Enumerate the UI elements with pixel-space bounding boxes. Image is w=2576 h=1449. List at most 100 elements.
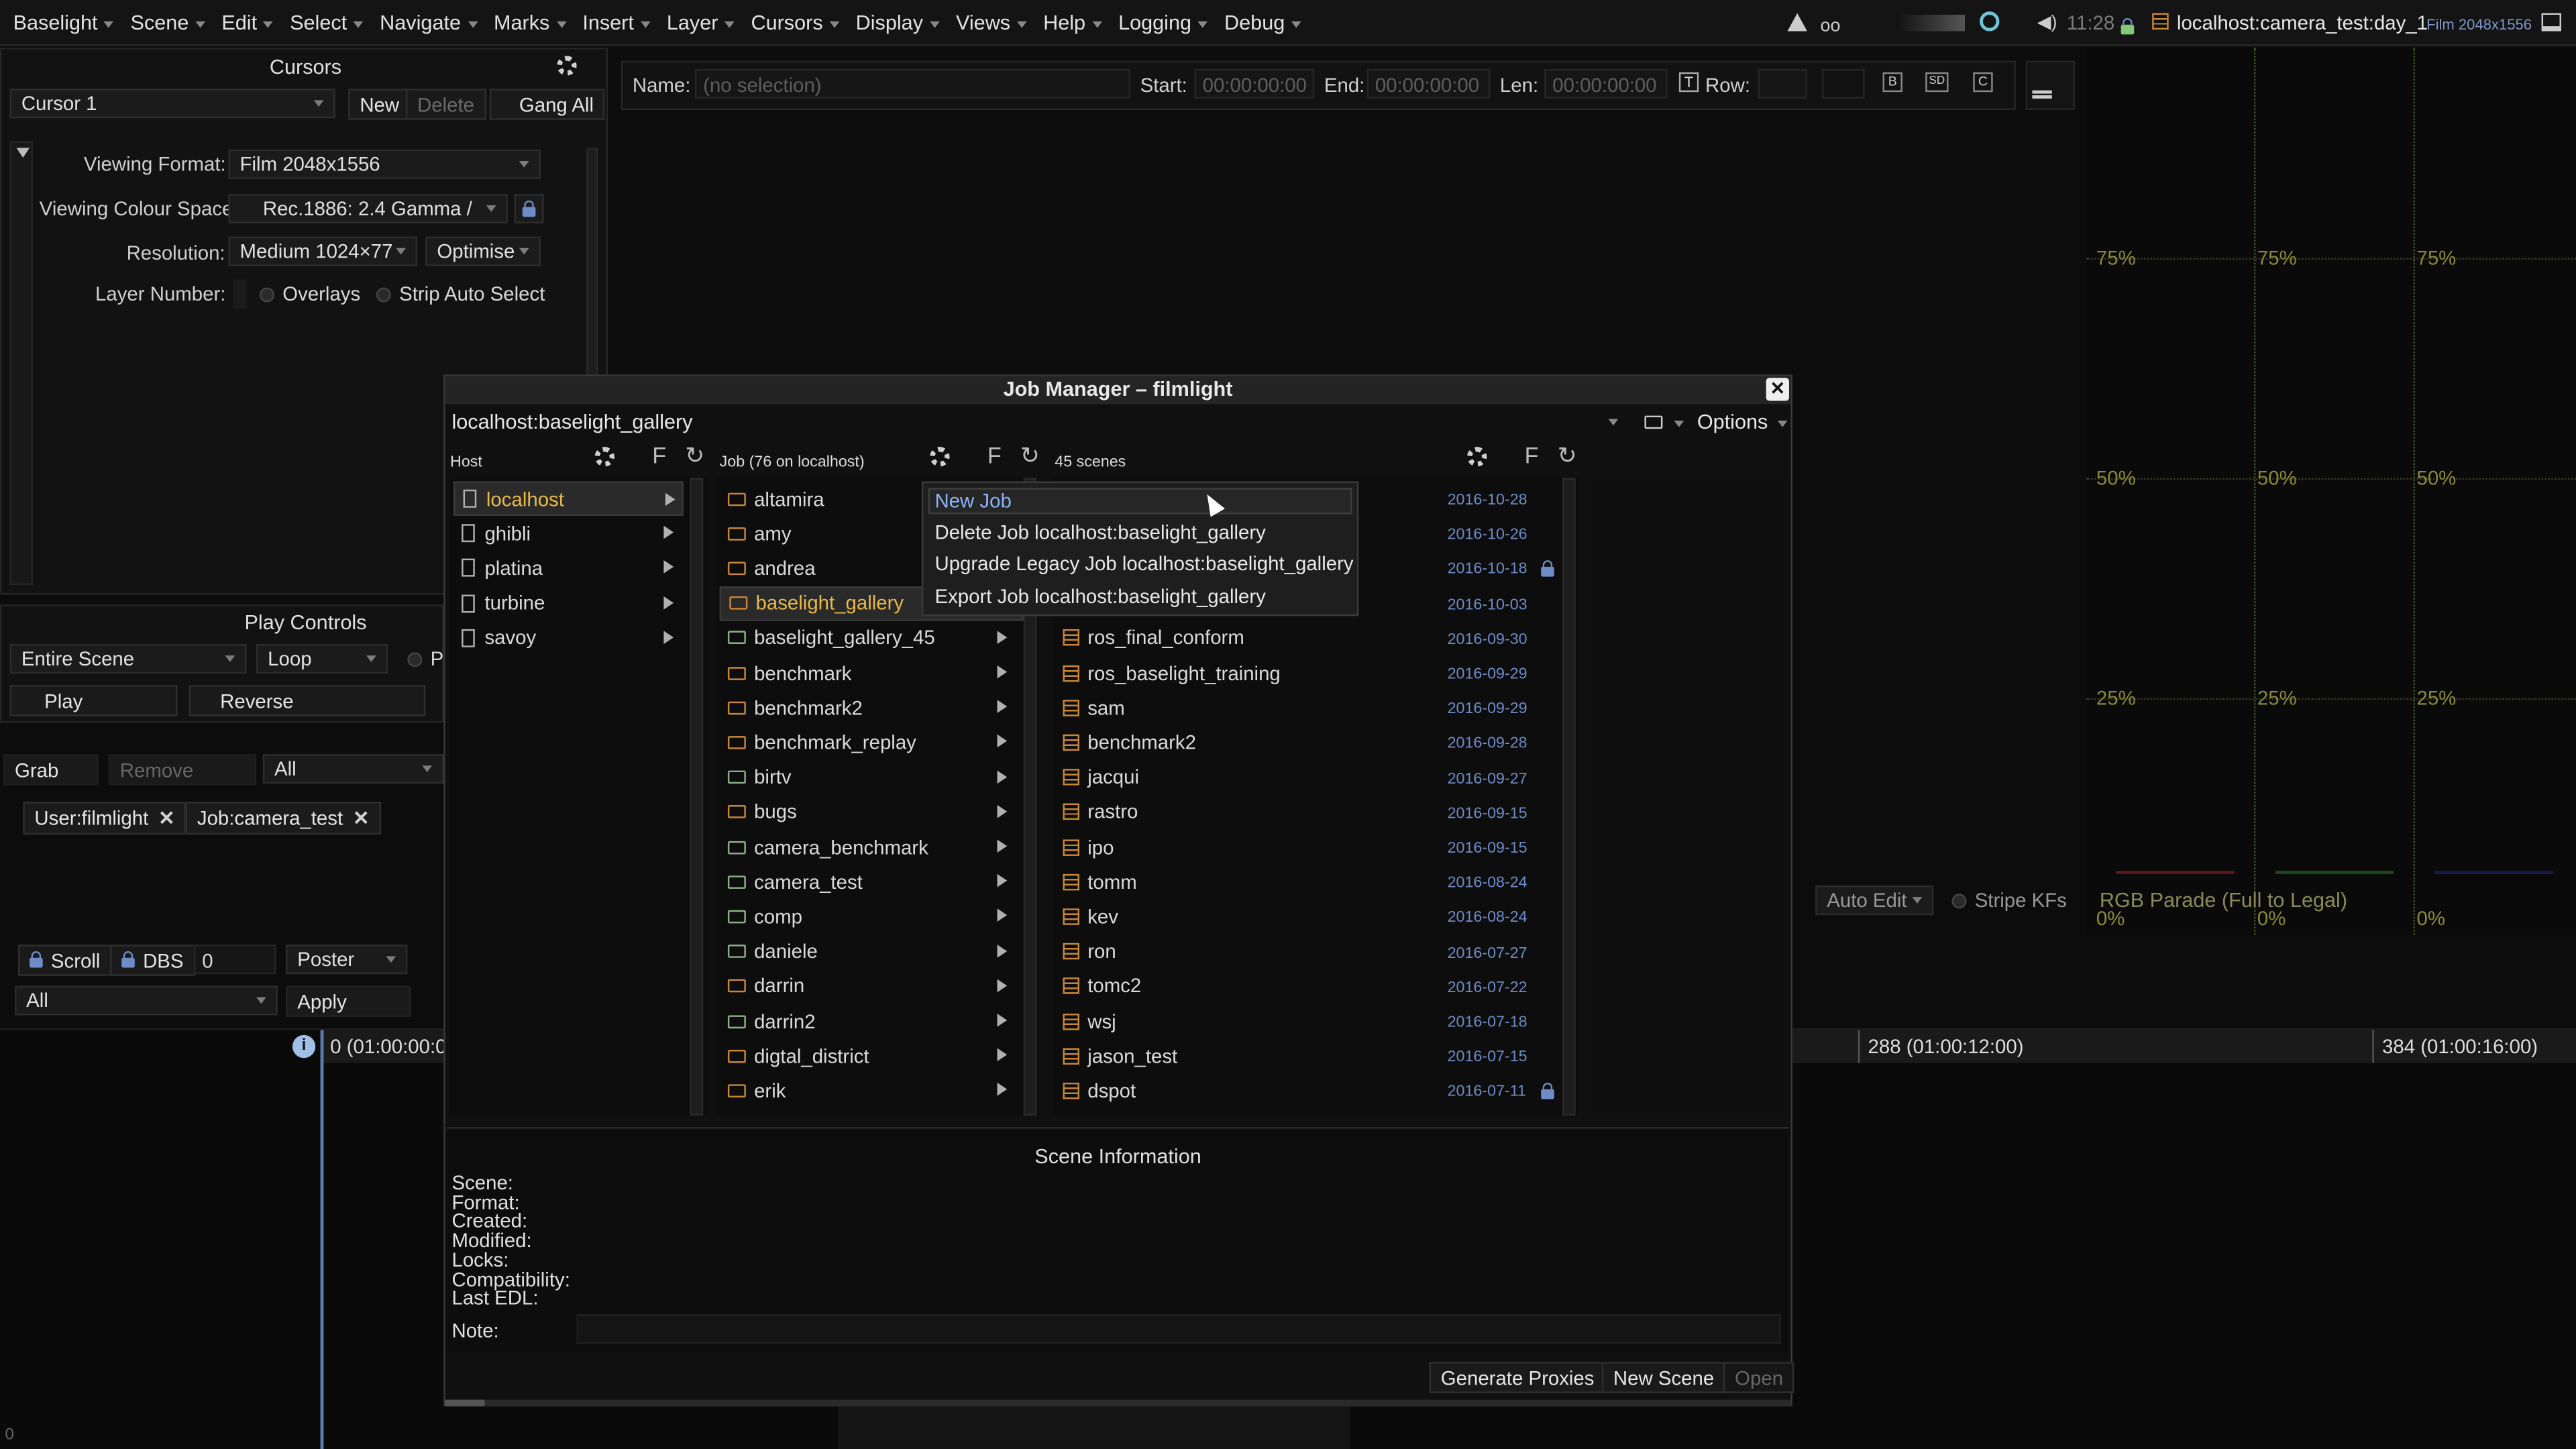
menu-edit[interactable]: Edit <box>209 11 273 34</box>
fullscreen-icon[interactable] <box>2541 13 2561 32</box>
chevron-right-icon[interactable] <box>997 874 1008 888</box>
remove-button[interactable]: Remove <box>108 754 257 786</box>
chevron-right-icon[interactable] <box>997 665 1008 679</box>
menu-logging[interactable]: Logging <box>1105 11 1208 34</box>
new-scene-button[interactable]: New Scene <box>1601 1362 1726 1393</box>
scene-item[interactable]: ron <box>1060 934 1454 968</box>
job-item[interactable]: darrin <box>720 969 1024 1003</box>
scene-item[interactable]: dspot <box>1060 1073 1454 1108</box>
new-job-menu-item[interactable]: New Job <box>928 488 1352 515</box>
strip-auto-select-toggle[interactable]: Strip Auto Select <box>376 282 545 306</box>
menu-select[interactable]: Select <box>277 11 364 34</box>
colour-space-select[interactable]: Rec.1886: 2.4 Gamma / <box>228 193 508 224</box>
job-item[interactable]: benchmark2 <box>720 690 1024 724</box>
job-item[interactable]: camera_benchmark <box>720 830 1024 864</box>
chevron-right-icon[interactable] <box>997 735 1008 749</box>
delete-cursor-button[interactable]: Delete <box>405 89 486 120</box>
cursor-select[interactable]: Cursor 1 <box>9 89 335 119</box>
collapse-strip[interactable] <box>9 141 33 585</box>
layer-number-field[interactable] <box>233 279 247 309</box>
chevron-right-icon[interactable] <box>663 595 674 609</box>
menu-navigate[interactable]: Navigate <box>367 11 478 34</box>
c-icon[interactable]: C <box>1973 72 1993 93</box>
viewing-format-select[interactable]: Film 2048x1556 <box>228 149 541 179</box>
refresh-icon[interactable]: ↻ <box>1020 442 1040 470</box>
refresh-icon[interactable]: ↻ <box>685 442 704 470</box>
menu-cursors[interactable]: Cursors <box>738 11 839 34</box>
scene-item[interactable]: kev <box>1060 900 1454 934</box>
list-menu-icon[interactable] <box>2025 60 2076 111</box>
grab-button[interactable]: Grab <box>3 754 99 786</box>
job-item[interactable]: comp <box>720 900 1024 934</box>
chevron-right-icon[interactable] <box>997 769 1008 784</box>
colour-lock-button[interactable] <box>514 193 544 224</box>
name-field[interactable]: (no selection) <box>694 68 1130 99</box>
swatch-field[interactable] <box>1821 68 1865 99</box>
chevron-right-icon[interactable] <box>997 944 1008 957</box>
len-field[interactable]: 00:00:00:00 <box>1544 68 1668 99</box>
overlays-toggle[interactable]: Overlays <box>259 282 360 306</box>
dbs-value[interactable]: 0 <box>193 945 276 975</box>
folder-icon[interactable] <box>1638 406 1687 439</box>
job-item[interactable]: benchmark <box>720 655 1024 690</box>
gear-icon[interactable] <box>594 447 614 467</box>
apply-button[interactable]: Apply <box>286 985 411 1017</box>
scene-item[interactable]: benchmark2 <box>1060 725 1454 759</box>
filter-icon[interactable]: F <box>1525 442 1539 468</box>
dbs-toggle[interactable]: DBS <box>110 945 195 976</box>
scene-item[interactable]: ros_final_conform <box>1060 621 1454 655</box>
host-item[interactable]: savoy <box>453 621 684 655</box>
host-scrollbar[interactable] <box>690 478 704 1116</box>
job-item[interactable]: baselight_gallery_45 <box>720 621 1024 655</box>
start-field[interactable]: 00:00:00:00 <box>1194 68 1315 99</box>
info-icon[interactable]: i <box>292 1034 316 1059</box>
host-item[interactable]: platina <box>453 551 684 585</box>
scene-item[interactable]: rastro <box>1060 795 1454 829</box>
chevron-right-icon[interactable] <box>997 700 1008 714</box>
note-field[interactable] <box>576 1314 1781 1344</box>
host-item[interactable]: turbine <box>453 586 684 620</box>
gang-all-toggle[interactable]: Gang All <box>489 89 606 120</box>
volume-slider[interactable] <box>1896 15 1966 32</box>
scene-item[interactable]: tomm <box>1060 865 1454 899</box>
gear-icon[interactable] <box>557 56 577 76</box>
menu-help[interactable]: Help <box>1030 11 1102 34</box>
open-button[interactable]: Open <box>1723 1362 1795 1393</box>
close-icon[interactable]: ✕ <box>158 806 175 829</box>
options-menu[interactable]: Options <box>1697 411 1768 433</box>
menu-scene[interactable]: Scene <box>117 11 207 34</box>
grab-filter-select[interactable]: All <box>262 754 444 784</box>
host-item[interactable]: ghibli <box>453 516 684 550</box>
chevron-right-icon[interactable] <box>663 630 674 644</box>
speaker-icon[interactable]: ◀) <box>2037 11 2057 33</box>
close-icon[interactable]: ✕ <box>1766 378 1789 401</box>
chevron-right-icon[interactable] <box>997 839 1008 853</box>
scope-select[interactable]: All <box>15 985 278 1016</box>
row-toggle-icon[interactable]: T <box>1678 72 1699 93</box>
job-item[interactable]: digtal_district <box>720 1038 1024 1073</box>
job-tag[interactable]: Job:camera_test ✕ <box>185 802 381 835</box>
glasses-icon[interactable]: oo <box>1820 16 1840 36</box>
b-icon[interactable]: B <box>1882 72 1902 93</box>
scene-item[interactable]: ros_baselight_training <box>1060 655 1454 690</box>
gear-icon[interactable] <box>1466 447 1487 467</box>
menu-views[interactable]: Views <box>943 11 1027 34</box>
scene-item[interactable]: jacqui <box>1060 760 1454 794</box>
upgrade-legacy-job-menu-item[interactable]: Upgrade Legacy Job localhost:baselight_g… <box>934 552 1353 575</box>
delete-job-menu-item[interactable]: Delete Job localhost:baselight_gallery <box>934 520 1265 543</box>
job-item[interactable]: erik <box>720 1073 1024 1108</box>
chevron-right-icon[interactable] <box>997 1083 1008 1097</box>
gear-icon[interactable] <box>930 447 950 467</box>
scene-item[interactable]: wsj <box>1060 1004 1454 1038</box>
job-item[interactable]: benchmark_replay <box>720 725 1024 759</box>
job-item[interactable]: birtv <box>720 760 1024 794</box>
scene-item[interactable]: jason_test <box>1060 1038 1454 1073</box>
menu-layer[interactable]: Layer <box>653 11 735 34</box>
scene-title[interactable]: localhost:camera_test:day_1 <box>2177 11 2428 34</box>
search-icon[interactable] <box>1980 11 2000 32</box>
poster-select[interactable]: Poster <box>286 945 408 975</box>
menu-marks[interactable]: Marks <box>480 11 566 34</box>
menu-baselight[interactable]: Baselight <box>0 11 115 34</box>
stripe-kfs-toggle[interactable]: Stripe KFs <box>1951 889 2067 912</box>
job-item[interactable]: daniele <box>720 934 1024 968</box>
